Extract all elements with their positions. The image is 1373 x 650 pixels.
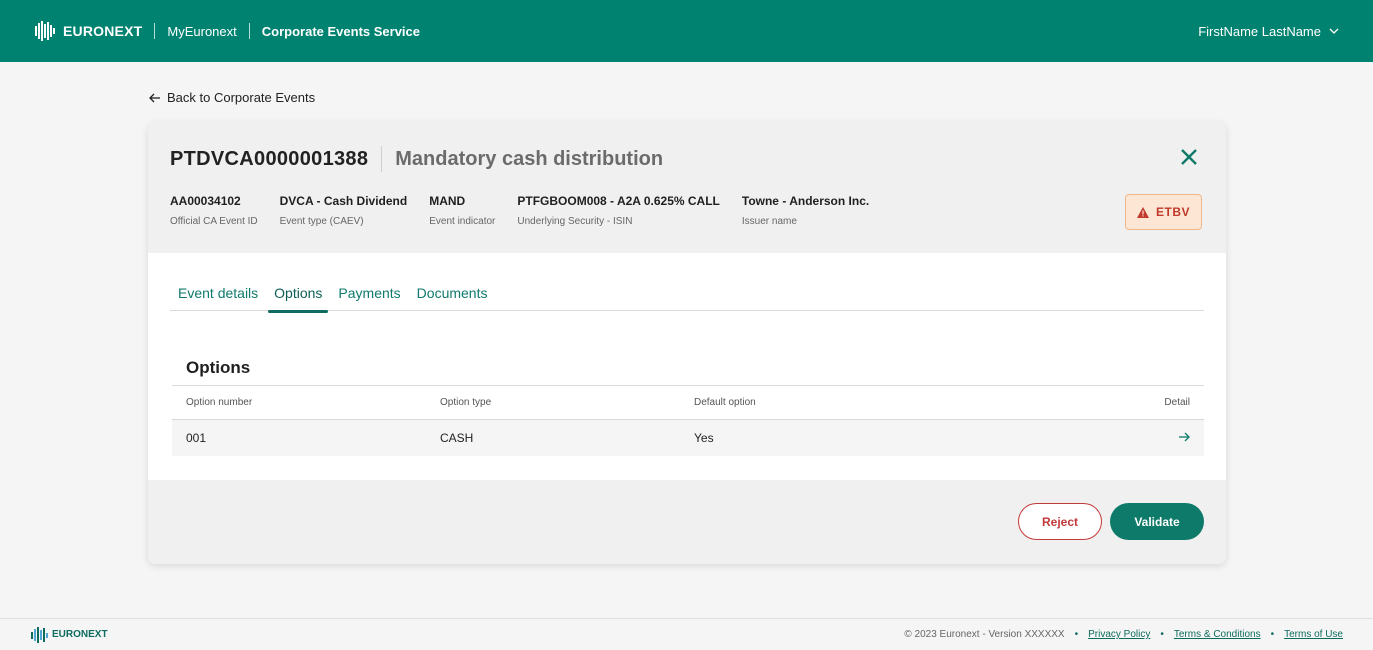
option-type: CASH bbox=[440, 431, 474, 445]
column-header: Option type bbox=[440, 397, 492, 408]
bullet-separator: • bbox=[1270, 629, 1275, 640]
arrow-left-icon bbox=[149, 93, 160, 102]
euronext-logo-icon bbox=[31, 626, 48, 643]
event-id: PTDVCA0000001388 bbox=[170, 147, 369, 170]
column-header: Option number bbox=[186, 397, 253, 408]
page-footer: EURONEXT © 2023 Euronext - Version XXXXX… bbox=[0, 618, 1373, 650]
footer-brand[interactable]: EURONEXT bbox=[30, 626, 108, 643]
reject-button[interactable]: Reject bbox=[1018, 503, 1102, 540]
event-title: Mandatory cash distribution bbox=[395, 147, 664, 170]
event-header: PTDVCA0000001388 Mandatory cash distribu… bbox=[148, 122, 1226, 253]
tab-payments[interactable]: Payments bbox=[330, 285, 408, 311]
close-icon[interactable] bbox=[1180, 148, 1198, 166]
warning-icon bbox=[1136, 206, 1149, 218]
corporate-events-service-link[interactable]: Corporate Events Service bbox=[262, 24, 420, 39]
meta-value: PTFGBOOM008 - A2A 0.625% CALL bbox=[517, 194, 720, 208]
table-row[interactable]: 001 CASH Yes bbox=[172, 420, 1204, 456]
meta-value: Towne - Anderson Inc. bbox=[741, 194, 870, 208]
copyright: © 2023 Euronext - Version XXXXXX bbox=[904, 629, 1065, 640]
chevron-down-icon bbox=[1329, 28, 1339, 34]
detail-cell bbox=[934, 431, 1204, 446]
top-navigation-bar: EURONEXT MyEuronext Corporate Events Ser… bbox=[0, 0, 1373, 62]
options-table: Option number Option type Default option… bbox=[172, 385, 1204, 456]
meta-issuer-name: Towne - Anderson Inc. Issuer name bbox=[742, 194, 869, 227]
privacy-policy-link[interactable]: Privacy Policy bbox=[1088, 629, 1150, 640]
event-card: PTDVCA0000001388 Mandatory cash distribu… bbox=[148, 122, 1226, 564]
meta-underlying-security: PTFGBOOM008 - A2A 0.625% CALL Underlying… bbox=[517, 194, 720, 227]
default-option: Yes bbox=[694, 431, 714, 445]
user-menu[interactable]: FirstName LastName bbox=[1198, 24, 1339, 39]
bullet-separator: • bbox=[1160, 629, 1164, 640]
bullet-separator: • bbox=[1074, 629, 1079, 640]
title-divider bbox=[381, 146, 383, 172]
tab-documents[interactable]: Documents bbox=[409, 285, 496, 311]
brand-name: EURONEXT bbox=[63, 23, 143, 39]
back-label: Back to Corporate Events bbox=[167, 90, 316, 105]
tab-bar: Event details Options Payments Documents bbox=[170, 285, 1204, 313]
status-badge: ETBV bbox=[1125, 194, 1202, 230]
card-actions: Reject Validate bbox=[148, 480, 1226, 564]
meta-value: DVCA - Cash Dividend bbox=[279, 194, 408, 208]
meta-value: MAND bbox=[429, 194, 466, 208]
validate-button[interactable]: Validate bbox=[1110, 503, 1204, 540]
column-header: Default option bbox=[694, 397, 756, 408]
section-title: Options bbox=[186, 358, 251, 377]
title-row: PTDVCA0000001388 Mandatory cash distribu… bbox=[170, 146, 663, 172]
divider bbox=[154, 23, 156, 39]
brand[interactable]: EURONEXT bbox=[34, 20, 142, 42]
status-badge-label: ETBV bbox=[1155, 205, 1190, 219]
euronext-logo-icon bbox=[35, 21, 55, 41]
column-header: Detail bbox=[1164, 397, 1190, 408]
footer-brand-name: EURONEXT bbox=[52, 629, 108, 640]
terms-conditions-link[interactable]: Terms & Conditions bbox=[1174, 629, 1261, 640]
meta-label: Underlying Security - ISIN bbox=[517, 216, 633, 227]
back-to-corporate-events-link[interactable]: Back to Corporate Events bbox=[149, 90, 315, 105]
option-number: 001 bbox=[186, 431, 207, 445]
meta-label: Official CA Event ID bbox=[170, 216, 258, 227]
meta-event-indicator: MAND Event indicator bbox=[429, 194, 495, 227]
meta-label: Issuer name bbox=[741, 216, 797, 227]
meta-official-id: AA00034102 Official CA Event ID bbox=[170, 194, 258, 227]
divider bbox=[248, 23, 250, 39]
myeuronext-link[interactable]: MyEuronext bbox=[167, 24, 236, 39]
event-meta: AA00034102 Official CA Event ID DVCA - C… bbox=[170, 194, 891, 227]
arrow-right-icon[interactable] bbox=[1178, 431, 1190, 443]
footer-links: © 2023 Euronext - Version XXXXXX • Priva… bbox=[904, 629, 1343, 640]
meta-value: AA00034102 bbox=[170, 194, 241, 208]
tab-event-details[interactable]: Event details bbox=[170, 285, 266, 311]
meta-label: Event indicator bbox=[429, 216, 496, 227]
user-name: FirstName LastName bbox=[1198, 23, 1321, 39]
tab-options[interactable]: Options bbox=[266, 285, 330, 313]
meta-label: Event type (CAEV) bbox=[279, 216, 364, 227]
meta-event-type: DVCA - Cash Dividend Event type (CAEV) bbox=[280, 194, 408, 227]
table-header: Option number Option type Default option… bbox=[172, 386, 1204, 420]
terms-of-use-link[interactable]: Terms of Use bbox=[1284, 629, 1343, 640]
